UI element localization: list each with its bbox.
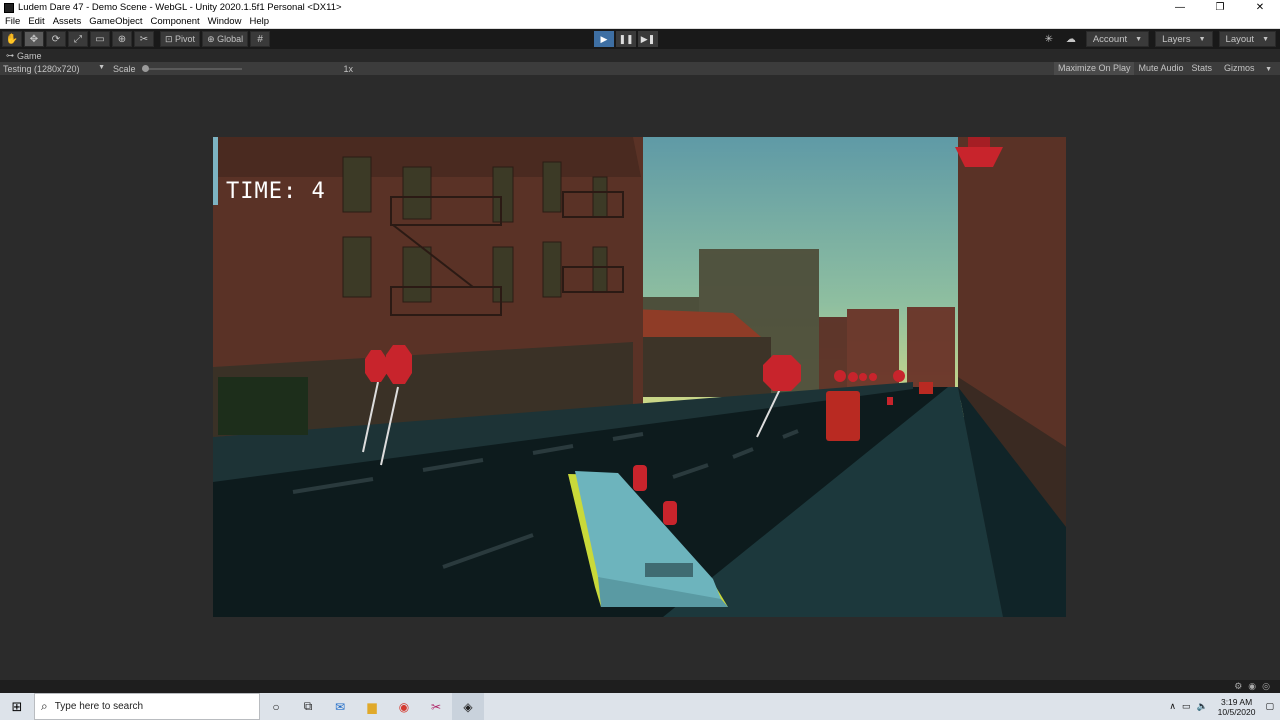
snipping-tool-icon[interactable]: ✂ <box>420 693 452 720</box>
globe-icon: ⊕ <box>207 33 218 44</box>
scale-value: 1x <box>343 63 354 74</box>
account-dropdown[interactable]: Account ▼ <box>1085 31 1150 47</box>
clock-time: 3:19 AM <box>1220 696 1253 707</box>
move-tool-icon[interactable]: ✥ <box>24 31 44 47</box>
scale-tool-icon[interactable]: ⤢ <box>68 31 88 47</box>
account-label: Account <box>1092 33 1128 45</box>
pause-button[interactable]: ❚❚ <box>616 31 636 47</box>
close-button[interactable]: ✕ <box>1240 0 1280 15</box>
main-toolbar: ✋ ✥ ⟳ ⤢ ▭ ⊕ ✂ ⊡ Pivot ⊕ Global # ▶ ❚❚ ▶❚… <box>0 29 1280 49</box>
scale-slider-handle[interactable] <box>141 64 149 72</box>
mute-audio-toggle[interactable]: Mute Audio <box>1134 62 1187 75</box>
network-status-icon[interactable]: ▭ <box>1182 701 1191 712</box>
chevron-up-icon[interactable]: ∧ <box>1169 701 1176 712</box>
hud-timer: TIME: 4 <box>226 179 326 204</box>
game-render[interactable]: TIME: 4 <box>213 137 1066 617</box>
gamepad-icon: ⊶ <box>6 51 14 60</box>
dumpster <box>218 377 308 435</box>
grid-snap-icon[interactable]: # <box>250 31 271 47</box>
windows-start-icon[interactable]: ⊞ <box>0 693 34 720</box>
game-scene <box>213 137 1066 617</box>
maximize-button[interactable]: ❐ <box>1200 0 1240 15</box>
window-titlebar: Ludem Dare 47 - Demo Scene - WebGL - Uni… <box>0 0 1280 15</box>
menu-assets[interactable]: Assets <box>53 16 82 27</box>
scale-control: Scale 1x <box>113 64 353 74</box>
cortana-icon[interactable]: ○ <box>260 693 292 720</box>
network-icon: ⚙ <box>1234 681 1243 691</box>
transform-tool-icon[interactable]: ⊕ <box>112 31 132 47</box>
gizmos-dropdown[interactable]: Gizmos ▼ <box>1216 62 1280 75</box>
rotate-tool-icon[interactable]: ⟳ <box>46 31 66 47</box>
collab-icon[interactable]: ✳ <box>1040 31 1058 47</box>
taskbar-search[interactable]: ⌕ Type here to search <box>34 693 260 720</box>
system-tray: ∧ ▭ 🔈 3:19 AM 10/5/2020 ▢ <box>1169 693 1280 720</box>
menu-bar: File Edit Assets GameObject Component Wi… <box>0 15 1280 29</box>
chevron-down-icon: ▼ <box>1262 35 1269 43</box>
windows-taskbar: ⊞ ⌕ Type here to search ○ ⧉ ✉ ▆ ◉ ✂ ◈ ∧ … <box>0 693 1280 720</box>
scale-label: Scale <box>113 63 136 74</box>
layers-label: Layers <box>1162 33 1191 45</box>
resolution-dropdown[interactable]: Testing (1280x720) ▼ <box>3 64 105 74</box>
search-placeholder: Type here to search <box>54 701 144 712</box>
file-explorer-icon[interactable]: ▆ <box>356 693 388 720</box>
hand-tool-icon[interactable]: ✋ <box>2 31 22 47</box>
search-icon: ⌕ <box>41 699 48 713</box>
layout-label: Layout <box>1225 33 1255 45</box>
pivot-label: Pivot <box>175 34 196 44</box>
cloud-icon[interactable]: ☁ <box>1062 31 1080 47</box>
pivot-icon: ⊡ <box>165 33 176 44</box>
menu-component[interactable]: Component <box>151 16 200 27</box>
notifications-icon[interactable]: ▢ <box>1265 701 1274 712</box>
game-view-toolbar: Testing (1280x720) ▼ Scale 1x Maximize O… <box>0 62 1280 75</box>
menu-file[interactable]: File <box>5 16 20 27</box>
chevron-down-icon: ▼ <box>1135 35 1143 43</box>
warning-icon: ◉ <box>1248 681 1257 691</box>
menu-window[interactable]: Window <box>208 16 242 27</box>
menu-edit[interactable]: Edit <box>28 16 44 27</box>
editor-status-bar: ⚙ ◉ ◎ <box>0 680 1280 693</box>
resolution-label: Testing (1280x720) <box>3 63 80 74</box>
volume-icon[interactable]: 🔈 <box>1196 701 1207 712</box>
tab-game-label: Game <box>17 50 42 61</box>
rect-tool-icon[interactable]: ▭ <box>90 31 110 47</box>
stats-toggle[interactable]: Stats <box>1188 62 1217 75</box>
menu-help[interactable]: Help <box>249 16 269 27</box>
custom-tool-icon[interactable]: ✂ <box>134 31 154 47</box>
tab-row: ⊶ Game <box>0 49 1280 62</box>
tab-game[interactable]: ⊶ Game <box>0 51 42 61</box>
taskbar-clock[interactable]: 3:19 AM 10/5/2020 <box>1218 697 1256 717</box>
global-label: Global <box>217 34 244 44</box>
global-toggle[interactable]: ⊕ Global <box>202 31 249 47</box>
chevron-down-icon: ▼ <box>1265 66 1272 73</box>
progress-indicator <box>213 137 218 205</box>
chrome-icon[interactable]: ◉ <box>388 693 420 720</box>
maximize-on-play-toggle[interactable]: Maximize On Play <box>1053 62 1135 75</box>
gizmos-label: Gizmos <box>1224 63 1255 73</box>
mail-icon[interactable]: ✉ <box>324 693 356 720</box>
unity-app-icon <box>4 2 14 13</box>
task-view-icon[interactable]: ⧉ <box>292 693 324 720</box>
scale-slider[interactable] <box>141 64 242 72</box>
settings-icon: ◎ <box>1262 681 1270 691</box>
layout-dropdown[interactable]: Layout ▼ <box>1218 31 1276 47</box>
minimize-button[interactable]: — <box>1160 0 1200 15</box>
pivot-toggle[interactable]: ⊡ Pivot <box>160 31 201 47</box>
barrel <box>826 391 860 441</box>
game-viewport: TIME: 4 <box>0 75 1280 680</box>
menu-gameobject[interactable]: GameObject <box>89 16 142 27</box>
unity-taskbar-icon[interactable]: ◈ <box>452 693 484 720</box>
playmode-controls: ▶ ❚❚ ▶❚ <box>594 31 660 47</box>
step-button[interactable]: ▶❚ <box>638 31 658 47</box>
window-title: Ludem Dare 47 - Demo Scene - WebGL - Uni… <box>18 2 342 13</box>
play-button[interactable]: ▶ <box>594 31 614 47</box>
chevron-down-icon: ▼ <box>98 63 105 71</box>
layers-dropdown[interactable]: Layers ▼ <box>1155 31 1213 47</box>
chevron-down-icon: ▼ <box>1198 35 1206 43</box>
clock-date: 10/5/2020 <box>1217 706 1256 717</box>
